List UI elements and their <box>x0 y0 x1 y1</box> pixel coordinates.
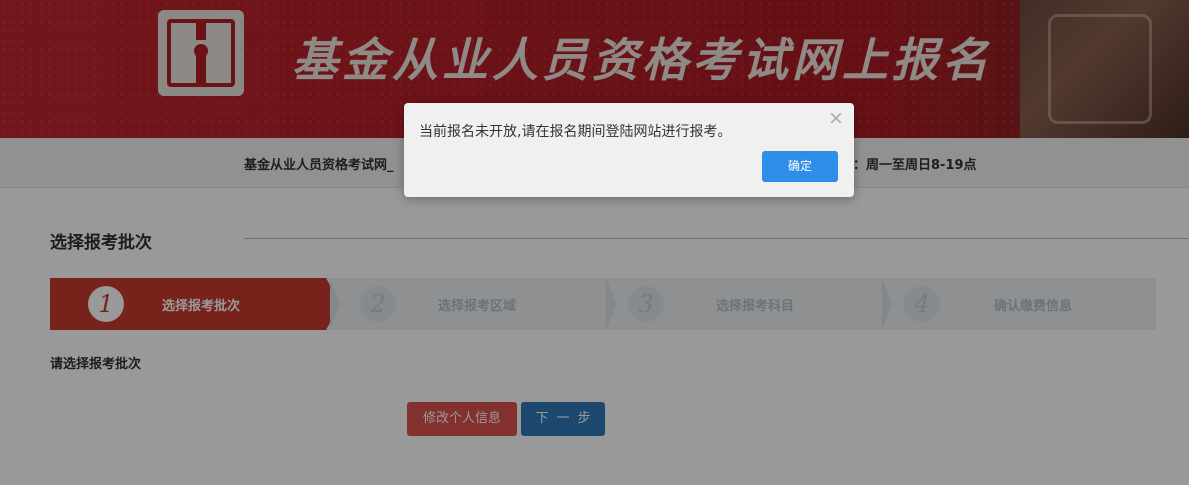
alert-dialog: 当前报名未开放,请在报名期间登陆网站进行报考。 × 确定 <box>404 103 854 197</box>
confirm-button[interactable]: 确定 <box>762 151 838 182</box>
close-icon[interactable]: × <box>827 109 845 128</box>
modal-overlay[interactable] <box>0 0 1189 485</box>
alert-message: 当前报名未开放,请在报名期间登陆网站进行报考。 <box>419 124 732 140</box>
